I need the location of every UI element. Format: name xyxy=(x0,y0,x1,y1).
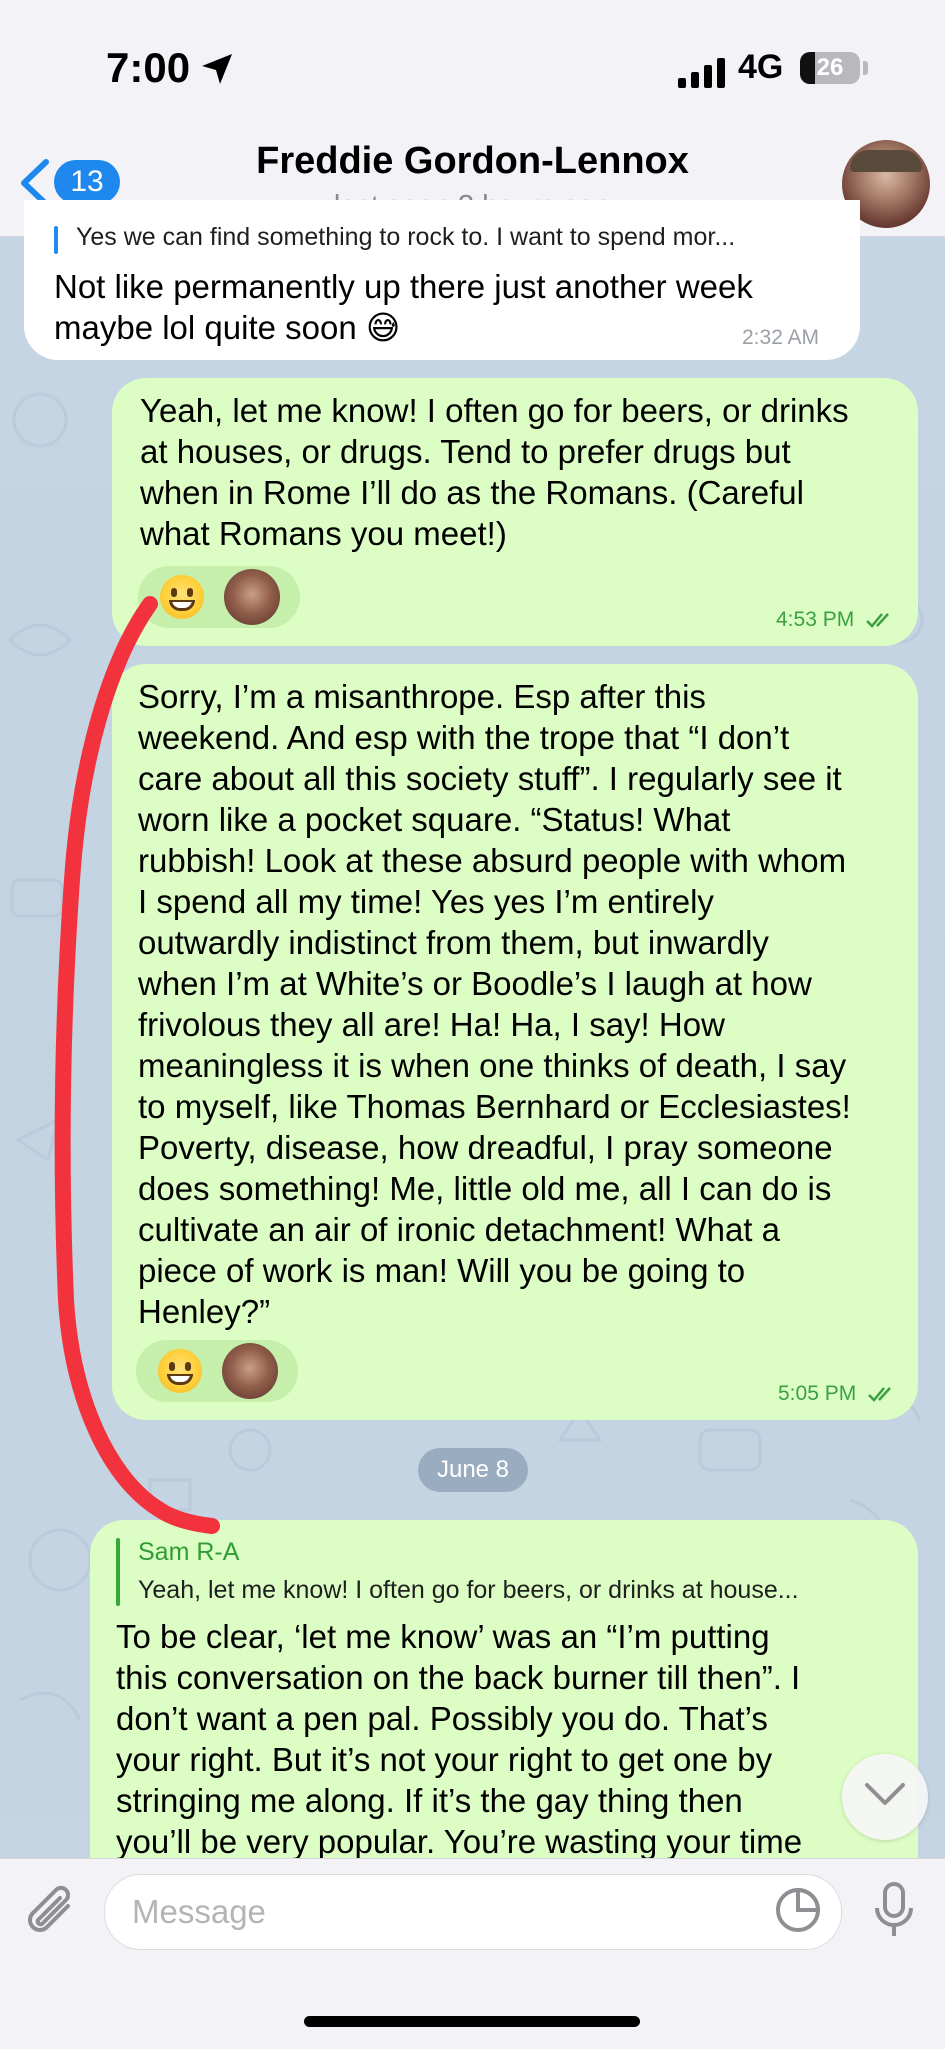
location-arrow-icon xyxy=(202,54,232,84)
read-double-check-icon xyxy=(866,613,889,629)
grinning-emoji-icon xyxy=(160,575,204,619)
message-time: 2:32 AM xyxy=(742,326,820,349)
reaction-chip[interactable] xyxy=(138,566,300,628)
home-indicator xyxy=(304,2016,640,2027)
reply-sender-name: Sam R-A xyxy=(138,1538,240,1566)
signal-icon xyxy=(678,58,725,88)
reply-quote-bar xyxy=(116,1538,120,1606)
message-text: Yeah, let me know! I often go for beers,… xyxy=(140,392,849,552)
message-text: To be clear, ‘let me know’ was an “I’m p… xyxy=(116,1618,803,1860)
battery-icon: 26 xyxy=(800,52,860,84)
grinning-emoji-icon xyxy=(158,1349,202,1393)
date-separator: June 8 xyxy=(418,1448,528,1492)
reactor-avatar xyxy=(224,569,280,625)
paperclip-icon[interactable] xyxy=(24,1882,80,1942)
status-time: 7:00 xyxy=(106,44,191,91)
chevron-down-icon xyxy=(865,1783,905,1805)
reply-preview-text: Yeah, let me know! I often go for beers,… xyxy=(138,1576,799,1604)
microphone-icon[interactable] xyxy=(872,1880,916,1940)
chat-title[interactable]: Freddie Gordon-Lennox xyxy=(200,140,745,183)
network-type: 4G xyxy=(738,48,784,86)
message-time-text: 4:53 PM xyxy=(776,608,855,631)
message-input-placeholder: Message xyxy=(132,1893,266,1930)
battery-level: 26 xyxy=(816,54,844,81)
read-double-check-icon xyxy=(868,1387,891,1403)
battery-tip xyxy=(863,61,868,75)
scroll-to-bottom-button[interactable] xyxy=(842,1754,928,1840)
reaction-chip[interactable] xyxy=(136,1340,298,1402)
sticker-icon[interactable] xyxy=(774,1886,822,1934)
reply-quote-bar xyxy=(54,226,58,254)
message-text: Not like permanently up there just anoth… xyxy=(54,268,753,346)
reply-preview-text: Yes we can find something to rock to. I … xyxy=(76,223,736,251)
reactor-avatar xyxy=(222,1343,278,1399)
message-time: 4:53 PM xyxy=(776,608,894,632)
message-time: 5:05 PM xyxy=(778,1382,896,1406)
back-unread-badge[interactable]: 13 xyxy=(54,160,120,204)
message-time-text: 5:05 PM xyxy=(778,1382,857,1405)
message-text: Sorry, I’m a misanthrope. Esp after this… xyxy=(138,678,851,1330)
